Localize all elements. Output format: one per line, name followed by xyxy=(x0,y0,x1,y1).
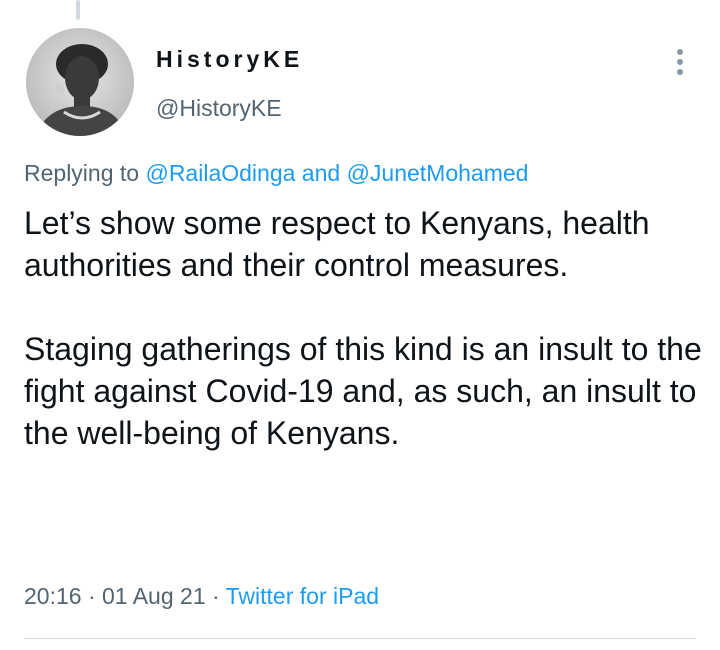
meta-separator: · xyxy=(205,583,226,609)
author-handle[interactable]: @HistoryKE xyxy=(156,95,282,122)
author-display-name[interactable]: HistoryKE xyxy=(156,46,303,73)
tweet-metadata: 20:16 · 01 Aug 21 · Twitter for iPad xyxy=(24,583,379,610)
tweet-source-link[interactable]: Twitter for iPad xyxy=(226,583,379,609)
more-options-icon[interactable] xyxy=(662,44,698,80)
tweet-date[interactable]: 01 Aug 21 xyxy=(102,583,206,609)
tweet-time[interactable]: 20:16 xyxy=(24,583,82,609)
replying-to-prefix: Replying to xyxy=(24,160,146,186)
avatar-image xyxy=(26,28,134,136)
replying-to-joiner[interactable]: and xyxy=(295,160,346,186)
meta-separator: · xyxy=(81,583,103,609)
tweet-text: Let’s show some respect to Kenyans, heal… xyxy=(24,205,702,451)
replying-to-line: Replying to @RailaOdinga and @JunetMoham… xyxy=(24,160,528,187)
mention-link-junet[interactable]: @JunetMohamed xyxy=(347,160,529,186)
divider xyxy=(24,638,696,639)
thread-connector-line xyxy=(76,0,80,20)
avatar[interactable] xyxy=(26,28,134,136)
mention-link-raila[interactable]: @RailaOdinga xyxy=(145,160,295,186)
